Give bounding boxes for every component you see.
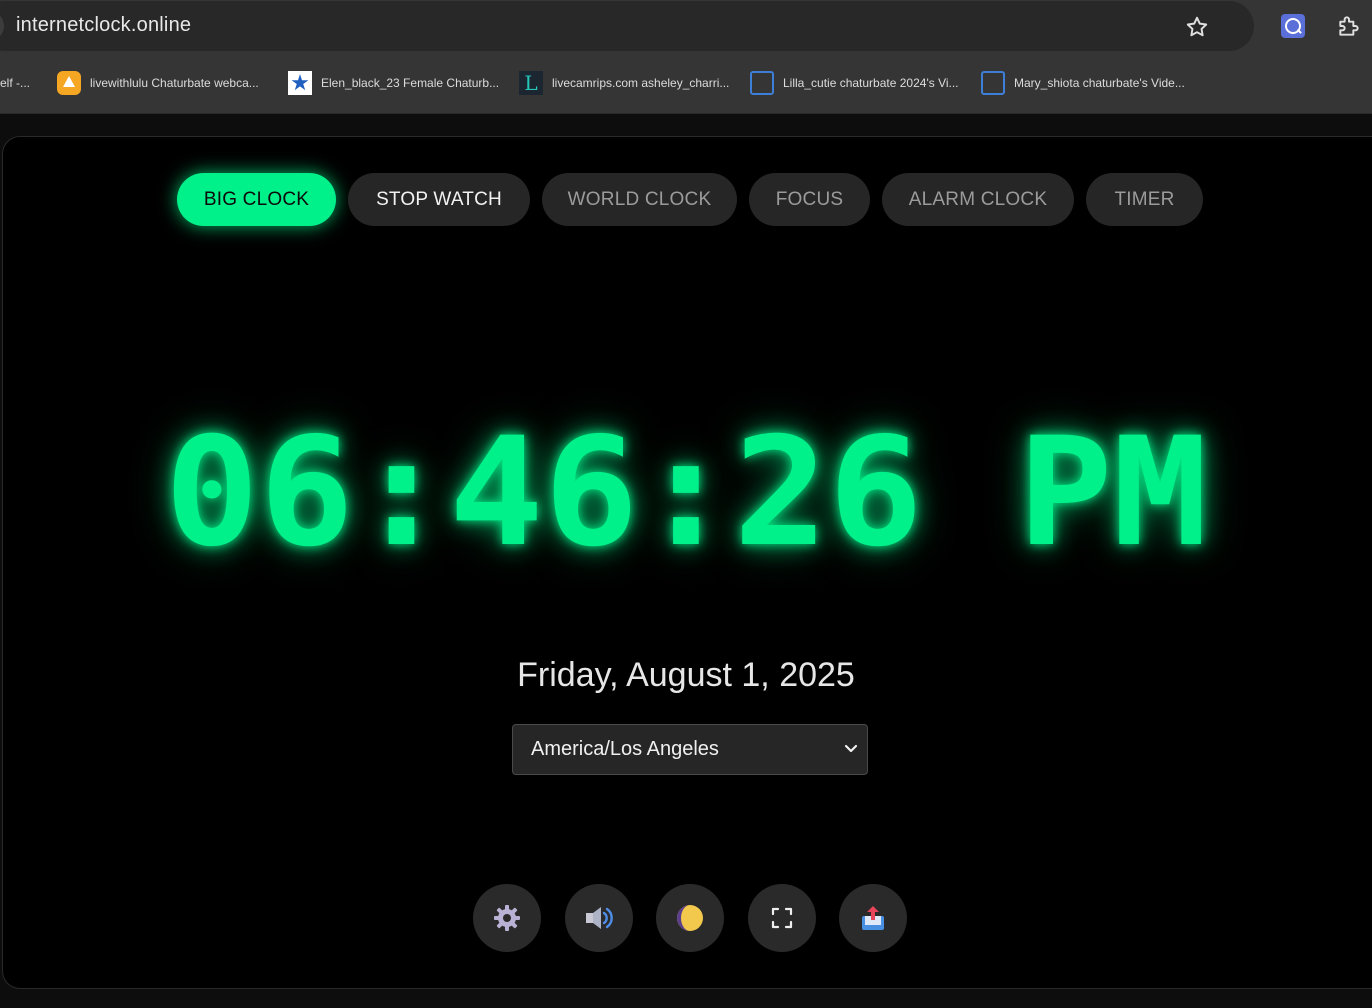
- share-button[interactable]: [839, 884, 907, 952]
- bookmark-item[interactable]: livewithlulu Chaturbate webca...: [57, 69, 259, 97]
- gear-icon: [494, 905, 520, 931]
- bookmark-item[interactable]: Mary_shiota chaturbate's Vide...: [981, 69, 1185, 97]
- tab-big-clock[interactable]: BIG CLOCK: [177, 173, 336, 226]
- bookmark-label: livecamrips.com asheley_charri...: [552, 76, 730, 90]
- browser-toolbar: re internetclock.online: [0, 0, 1372, 52]
- bookmark-label: Mary_shiota chaturbate's Vide...: [1014, 76, 1185, 90]
- tab-world-clock[interactable]: WORLD CLOCK: [542, 173, 737, 226]
- bookmark-label: Lilla_cutie chaturbate 2024's Vi...: [783, 76, 959, 90]
- timezone-selected-value: America/Los Angeles: [531, 738, 719, 760]
- orange-triangle-icon: [57, 71, 81, 95]
- theme-button[interactable]: [656, 884, 724, 952]
- bookmark-star-icon[interactable]: [1184, 14, 1210, 40]
- clock-time-display: 06:46:26 PM: [164, 406, 1208, 580]
- sound-button[interactable]: [565, 884, 633, 952]
- url-text[interactable]: internetclock.online: [16, 14, 191, 37]
- site-info-chip[interactable]: re: [0, 11, 4, 41]
- extensions-puzzle-icon[interactable]: [1336, 13, 1362, 39]
- mode-tabs: BIG CLOCK STOP WATCH WORLD CLOCK FOCUS A…: [0, 173, 1372, 227]
- bookmark-item[interactable]: Lilla_cutie chaturbate 2024's Vi...: [750, 69, 959, 97]
- extension-icon[interactable]: [1281, 14, 1305, 38]
- fullscreen-button[interactable]: [748, 884, 816, 952]
- clock-date-display: Friday, August 1, 2025: [517, 656, 855, 694]
- moon-icon: [677, 905, 703, 931]
- bookmark-item[interactable]: elf -...: [0, 69, 30, 97]
- chevron-down-icon: [844, 744, 858, 753]
- share-icon: [862, 906, 884, 930]
- tab-alarm-clock[interactable]: ALARM CLOCK: [882, 173, 1074, 226]
- tab-timer[interactable]: TIMER: [1086, 173, 1203, 226]
- bookmark-label: livewithlulu Chaturbate webca...: [90, 76, 259, 90]
- blue-star-icon: ★: [288, 71, 312, 95]
- bookmark-item[interactable]: L livecamrips.com asheley_charri...: [519, 69, 729, 97]
- settings-button[interactable]: [473, 884, 541, 952]
- bookmarks-bar: elf -... livewithlulu Chaturbate webca..…: [0, 52, 1372, 114]
- fullscreen-icon: [771, 907, 793, 929]
- letter-l-icon: L: [519, 71, 543, 95]
- blank-page-icon: [750, 71, 774, 95]
- tab-stop-watch[interactable]: STOP WATCH: [348, 173, 530, 226]
- blank-page-icon: [981, 71, 1005, 95]
- bookmark-label: Elen_black_23 Female Chaturb...: [321, 76, 500, 90]
- bookmark-item[interactable]: ★ Elen_black_23 Female Chaturb...: [288, 69, 499, 97]
- address-bar[interactable]: re internetclock.online: [0, 1, 1254, 51]
- timezone-select[interactable]: America/Los Angeles: [512, 724, 868, 775]
- bookmark-label: elf -...: [0, 76, 31, 90]
- speaker-icon: [586, 907, 613, 929]
- tab-focus[interactable]: FOCUS: [749, 173, 870, 226]
